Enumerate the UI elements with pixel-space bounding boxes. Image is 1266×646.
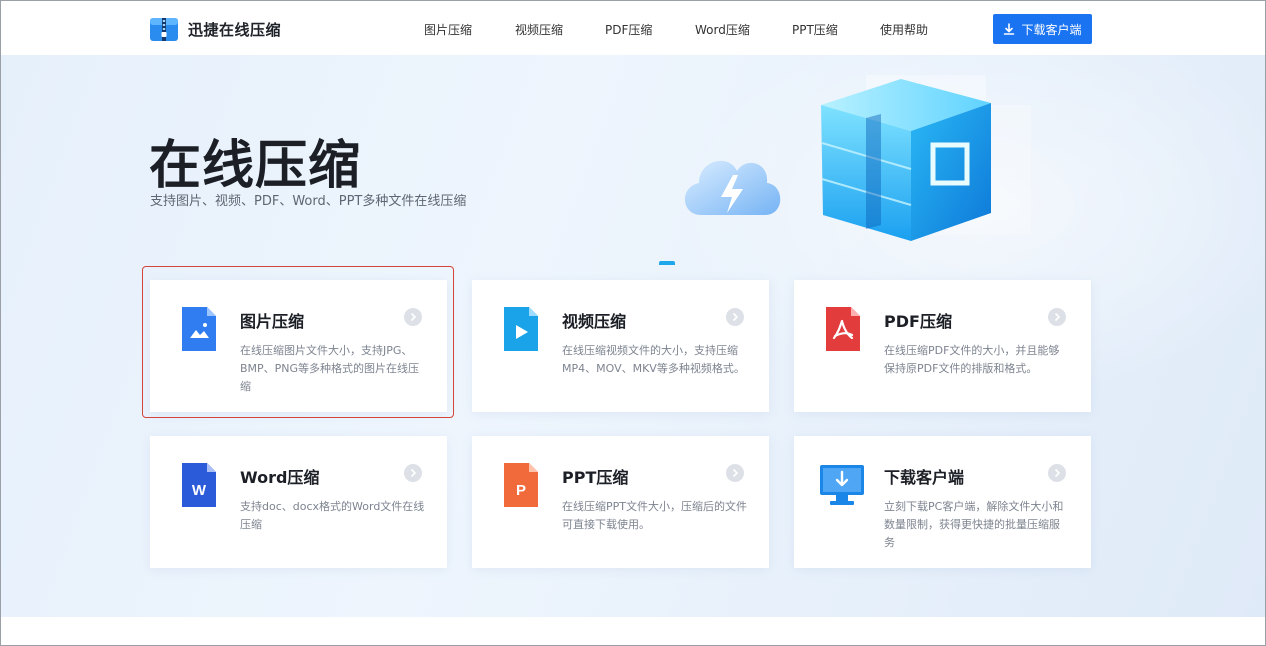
card-word-compress[interactable]: W Word压缩 支持doc、docx格式的Word文件在线压缩 [150, 436, 447, 568]
logo-text: 迅捷在线压缩 [188, 20, 282, 39]
card-title: 下载客户端 [884, 468, 965, 487]
nav-ppt-compress[interactable]: PPT压缩 [792, 21, 838, 38]
chevron-right-icon[interactable] [1048, 464, 1066, 482]
word-file-icon: W [182, 463, 216, 507]
hero-title: 在线压缩 [149, 136, 362, 196]
svg-text:P: P [516, 482, 526, 499]
hero-subtitle: 支持图片、视频、PDF、Word、PPT多种文件在线压缩 [150, 194, 467, 209]
card-title: PDF压缩 [884, 312, 952, 331]
download-client-button[interactable]: 下载客户端 [993, 14, 1092, 44]
card-description: 在线压缩图片文件大小，支持JPG、BMP、PNG等多种格式的图片在线压缩 [240, 344, 420, 393]
card-description: 在线压缩视频文件的大小，支持压缩MP4、MOV、MKV等多种视频格式。 [562, 344, 745, 375]
hero-illustration [659, 75, 1031, 265]
svg-text:W: W [192, 482, 207, 499]
card-ppt-compress[interactable]: P PPT压缩 在线压缩PPT文件大小，压缩后的文件可直接下载使用。 [472, 436, 769, 568]
nav-video-compress[interactable]: 视频压缩 [515, 21, 563, 38]
card-image-compress[interactable]: 图片压缩 在线压缩图片文件大小，支持JPG、BMP、PNG等多种格式的图片在线压… [150, 280, 447, 412]
image-file-icon [182, 307, 216, 351]
logo[interactable]: 迅捷在线压缩 [149, 15, 281, 43]
chevron-right-icon[interactable] [404, 464, 422, 482]
card-download-client[interactable]: 下载客户端 立刻下载PC客户端，解除文件大小和数量限制，获得更快捷的批量压缩服务 [794, 436, 1091, 568]
card-description: 在线压缩PPT文件大小，压缩后的文件可直接下载使用。 [562, 500, 747, 531]
nav-image-compress[interactable]: 图片压缩 [424, 21, 472, 38]
chevron-right-icon[interactable] [726, 464, 744, 482]
card-pdf-compress[interactable]: PDF压缩 在线压缩PDF文件的大小，并且能够保持原PDF文件的排版和格式。 [794, 280, 1091, 412]
nav-help[interactable]: 使用帮助 [880, 21, 928, 38]
video-file-icon [504, 307, 538, 351]
page-footer-area [1, 617, 1265, 645]
header: 迅捷在线压缩 图片压缩 视频压缩 PDF压缩 Word压缩 PPT压缩 使用帮助… [1, 1, 1265, 55]
zip-folder-icon [150, 18, 178, 41]
desktop-download-icon [820, 465, 864, 505]
card-title: 图片压缩 [240, 312, 305, 331]
download-icon [1004, 23, 1015, 35]
nav-pdf-compress[interactable]: PDF压缩 [605, 21, 652, 38]
card-video-compress[interactable]: 视频压缩 在线压缩视频文件的大小，支持压缩MP4、MOV、MKV等多种视频格式。 [472, 280, 769, 412]
card-title: Word压缩 [240, 468, 320, 487]
nav-word-compress[interactable]: Word压缩 [695, 21, 750, 38]
ppt-file-icon: P [504, 463, 538, 507]
card-title: 视频压缩 [562, 312, 627, 331]
chevron-right-icon[interactable] [726, 308, 744, 326]
card-description: 支持doc、docx格式的Word文件在线压缩 [240, 500, 425, 531]
chevron-right-icon[interactable] [404, 308, 422, 326]
card-description: 在线压缩PDF文件的大小，并且能够保持原PDF文件的排版和格式。 [884, 344, 1060, 375]
chevron-right-icon[interactable] [1048, 308, 1066, 326]
download-client-label: 下载客户端 [1021, 22, 1082, 37]
pdf-file-icon [826, 307, 860, 351]
card-title: PPT压缩 [562, 468, 629, 487]
card-description: 立刻下载PC客户端，解除文件大小和数量限制，获得更快捷的批量压缩服务 [884, 500, 1064, 549]
